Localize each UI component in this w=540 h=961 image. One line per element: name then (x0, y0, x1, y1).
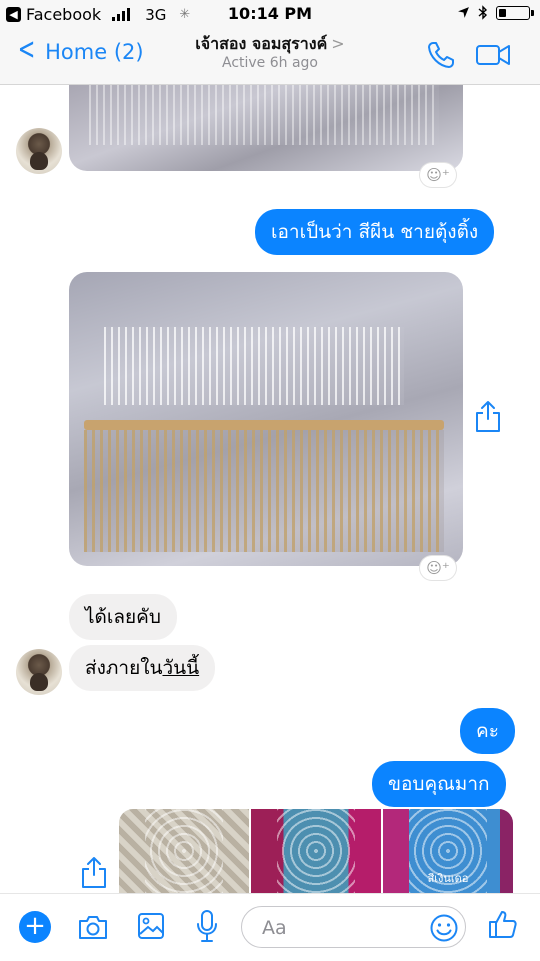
outgoing-message[interactable]: ขอบคุณมาก (372, 761, 506, 807)
message-list[interactable]: ☺⁺ เอาเป็นว่า สีผีน ชายตุ้งติ้ง ☺⁺ ได้เล… (0, 85, 540, 893)
message-text: เอาเป็นว่า สีผีน ชายตุ้งติ้ง (271, 221, 479, 243)
plus-icon[interactable]: + (19, 911, 51, 943)
outgoing-message[interactable]: คะ (460, 708, 515, 754)
video-camera-icon[interactable] (475, 42, 511, 68)
microphone-icon[interactable] (195, 909, 219, 943)
photo-message[interactable] (69, 85, 463, 171)
conversation-header: < Home (2) เจ้าสอง จอมสุรางค์ > Active 6h… (0, 28, 540, 85)
photo-thumbnail[interactable] (119, 809, 249, 893)
camera-icon[interactable] (77, 914, 109, 940)
photo-group[interactable]: สีเงินเดอ (119, 809, 513, 893)
incoming-message[interactable]: ส่งภายในวันนี้ (69, 645, 216, 691)
image-icon[interactable] (137, 912, 165, 940)
avatar[interactable] (16, 128, 62, 174)
incoming-message[interactable]: ได้เลยคับ (69, 594, 177, 640)
message-input[interactable]: Aa (241, 906, 466, 948)
contact-status: Active 6h ago (221, 55, 319, 71)
status-bar: ◀ Facebook 3G ✳ 10:14 PM (0, 0, 540, 28)
battery-icon (496, 5, 534, 20)
outgoing-message[interactable]: เอาเป็นว่า สีผีน ชายตุ้งติ้ง (255, 209, 495, 255)
contact-name-row[interactable]: เจ้าสอง จอมสุรางค์ > (140, 32, 400, 57)
message-input-placeholder: Aa (262, 917, 287, 939)
emoji-icon[interactable] (429, 913, 459, 943)
photo-message[interactable] (69, 272, 463, 566)
reaction-add-button[interactable]: ☺⁺ (420, 163, 456, 187)
message-link-text[interactable]: วันนี้ (162, 657, 199, 679)
avatar[interactable] (16, 649, 62, 695)
message-composer: + Aa (0, 893, 540, 961)
photo-thumbnail[interactable] (251, 809, 381, 893)
home-back-button[interactable]: < Home (2) (14, 32, 144, 67)
share-icon[interactable] (80, 855, 108, 889)
message-text: ขอบคุณมาก (388, 773, 490, 795)
message-text: คะ (476, 720, 499, 742)
status-right (457, 5, 534, 20)
home-back-label: Home (2) (45, 40, 144, 64)
phone-icon[interactable] (426, 40, 456, 70)
thumbs-up-icon[interactable] (487, 908, 519, 940)
message-text: ได้เลยคับ (85, 606, 161, 628)
share-icon[interactable] (474, 399, 502, 433)
photo-caption: สีเงินเดอ (427, 872, 469, 885)
photo-thumbnail[interactable]: สีเงินเดอ (383, 809, 513, 893)
location-arrow-icon (458, 7, 469, 18)
chevron-right-icon: > (331, 34, 345, 53)
reaction-add-button[interactable]: ☺⁺ (420, 556, 456, 580)
message-text: ส่งภายใน (85, 657, 163, 679)
bluetooth-icon (478, 5, 488, 20)
contact-name: เจ้าสอง จอมสุรางค์ (195, 34, 328, 53)
chevron-left-icon: < (17, 32, 36, 67)
